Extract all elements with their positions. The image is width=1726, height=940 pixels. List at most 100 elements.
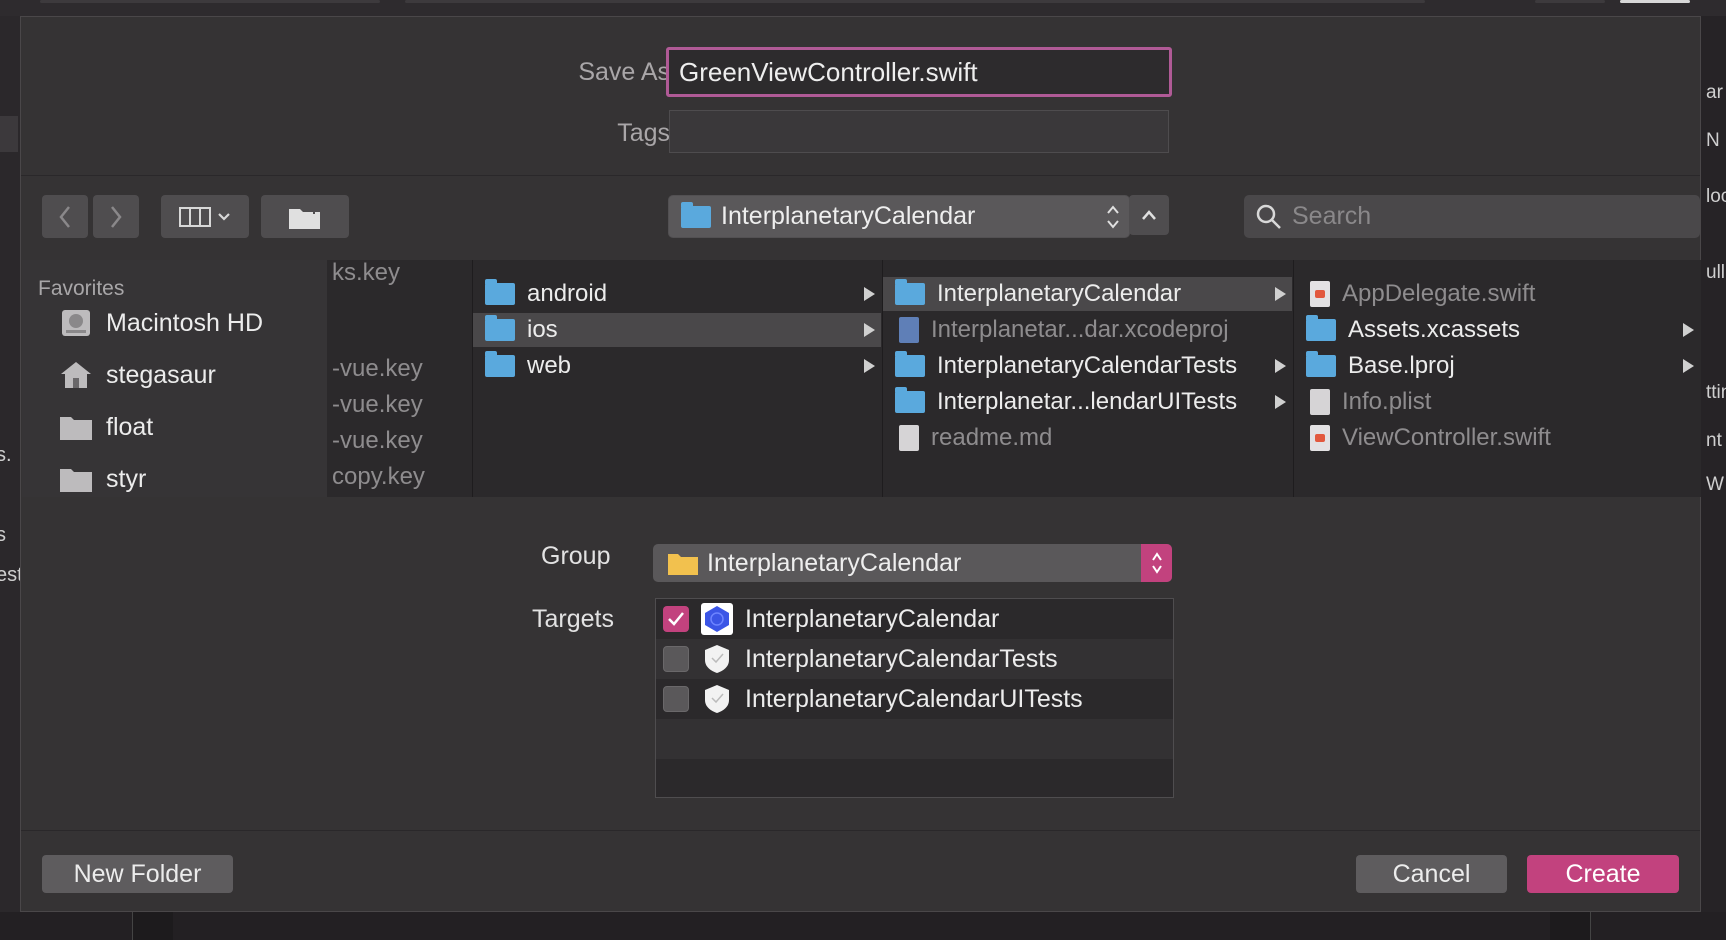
sidebar-item-label: Macintosh HD (106, 308, 263, 337)
target-row[interactable]: InterplanetaryCalendarTests (656, 639, 1173, 679)
file-name: Interplanetar...lendarUITests (937, 388, 1238, 415)
forward-button[interactable] (93, 195, 139, 238)
list-item[interactable]: AppDelegate.swift (1294, 277, 1700, 311)
chevron-right-icon (111, 205, 122, 228)
list-item[interactable]: ios (473, 313, 881, 347)
list-item[interactable]: InterplanetaryCalendarTests (883, 349, 1292, 383)
tags-input[interactable] (669, 110, 1169, 153)
checkmark-icon (668, 612, 684, 626)
disclosure-arrow-icon (1683, 323, 1694, 337)
group-popup[interactable]: InterplanetaryCalendar (653, 544, 1172, 582)
list-item[interactable]: ks.key (332, 260, 400, 290)
list-item[interactable]: Info.plist (1294, 385, 1700, 419)
location-label: InterplanetaryCalendar (721, 202, 976, 230)
list-item[interactable]: Interplanetar...lendarUITests (883, 385, 1292, 419)
file-name: InterplanetaryCalendar (937, 280, 1182, 307)
updown-arrows-icon (1107, 204, 1119, 229)
list-item[interactable]: web (473, 349, 881, 383)
empty-row (656, 759, 1173, 797)
test-target-icon (701, 643, 733, 675)
file-name: ks.key (332, 260, 401, 286)
folder-icon (1306, 351, 1336, 377)
file-name: InterplanetaryCalendarTests (937, 352, 1238, 379)
target-row[interactable]: InterplanetaryCalendar (656, 599, 1173, 639)
file-name: Assets.xcassets (1348, 316, 1521, 343)
folder-icon (485, 279, 515, 305)
background-text: ull (1706, 262, 1726, 283)
folder-icon (485, 351, 515, 377)
cancel-button[interactable]: Cancel (1356, 855, 1507, 893)
target-label: InterplanetaryCalendar (745, 604, 1000, 633)
file-name: -vue.key (332, 355, 423, 382)
background-text: loc (1706, 186, 1726, 207)
list-item[interactable]: InterplanetaryCalendar (883, 277, 1292, 311)
chevron-left-icon (59, 205, 70, 228)
file-name: web (527, 352, 572, 379)
browser-column-3: AppDelegate.swift Assets.xcassets Base.l… (1294, 260, 1701, 497)
sidebar-item-label: stegasaur (106, 360, 216, 389)
favorites-heading: Favorites (38, 277, 125, 300)
target-checkbox[interactable] (663, 686, 689, 712)
target-checkbox[interactable] (663, 606, 689, 632)
divider (21, 830, 1700, 831)
list-item[interactable]: copy.key (332, 460, 425, 494)
list-item[interactable]: Base.lproj (1294, 349, 1700, 383)
background-left-panel (0, 16, 21, 940)
disclosure-arrow-icon (864, 359, 875, 373)
create-button[interactable]: Create (1527, 855, 1679, 893)
sidebar-item-styr[interactable]: styr (58, 464, 146, 494)
save-as-label: Save As: (578, 58, 677, 86)
back-button[interactable] (42, 195, 88, 238)
background-text: s. (0, 444, 12, 466)
target-row[interactable]: InterplanetaryCalendarUITests (656, 679, 1173, 719)
file-name: readme.md (931, 424, 1053, 451)
file-name: Base.lproj (1348, 352, 1455, 379)
list-item[interactable]: -vue.key (332, 352, 423, 386)
file-name: Info.plist (1342, 388, 1432, 415)
chevron-up-icon (1142, 210, 1156, 220)
folder-icon (1306, 315, 1336, 341)
list-item[interactable]: -vue.key (332, 424, 423, 458)
sidebar-item-macintosh-hd[interactable]: Macintosh HD (58, 308, 263, 338)
list-item[interactable]: ViewController.swift (1294, 421, 1700, 455)
file-browser: Favorites Macintosh HD stegasaur float s… (22, 260, 1701, 497)
search-icon (1256, 204, 1281, 229)
view-mode-button[interactable] (161, 195, 249, 238)
plist-file-icon (1310, 389, 1330, 415)
list-item[interactable]: Interplanetar...dar.xcodeproj (883, 313, 1292, 347)
tags-label: Tags: (617, 119, 677, 147)
file-name: ViewController.swift (1342, 424, 1551, 451)
new-folder-button[interactable]: New Folder (42, 855, 233, 893)
expand-collapse-button[interactable] (1129, 195, 1169, 235)
list-item[interactable]: -vue.key (332, 388, 423, 422)
file-name: android (527, 280, 608, 307)
browser-column-1: android ios web (473, 260, 883, 497)
file-name: -vue.key (332, 427, 423, 454)
test-target-icon (701, 683, 733, 715)
document-icon (899, 425, 919, 451)
file-name: copy.key (332, 463, 425, 490)
folder-icon (485, 315, 515, 341)
browser-column-0: ks.key -vue.key -vue.key -vue.key copy.k… (332, 260, 473, 497)
file-name: ios (527, 316, 558, 343)
file-name: Interplanetar...dar.xcodeproj (931, 316, 1229, 343)
target-label: InterplanetaryCalendarTests (745, 644, 1058, 673)
sidebar-item-float[interactable]: float (58, 412, 153, 442)
list-item[interactable]: readme.md (883, 421, 1292, 455)
group-value: InterplanetaryCalendar (707, 548, 962, 577)
list-item[interactable]: Assets.xcassets (1294, 313, 1700, 347)
background-text: N (1706, 130, 1720, 151)
background-text: ar (1706, 82, 1723, 103)
save-as-input[interactable]: GreenViewController.swift (666, 47, 1172, 97)
new-folder-toolbar-button[interactable] (261, 195, 349, 238)
sidebar-item-label: styr (106, 464, 147, 493)
search-field[interactable]: Search (1244, 195, 1700, 238)
browser-column-2: InterplanetaryCalendar Interplanetar...d… (883, 260, 1294, 497)
list-item[interactable]: android (473, 277, 881, 311)
hard-drive-icon (62, 310, 90, 336)
target-checkbox[interactable] (663, 646, 689, 672)
sidebar-item-stegasaur[interactable]: stegasaur (58, 360, 216, 390)
file-name: AppDelegate.swift (1342, 280, 1536, 307)
disclosure-arrow-icon (864, 323, 875, 337)
location-popup[interactable]: InterplanetaryCalendar (668, 195, 1130, 238)
